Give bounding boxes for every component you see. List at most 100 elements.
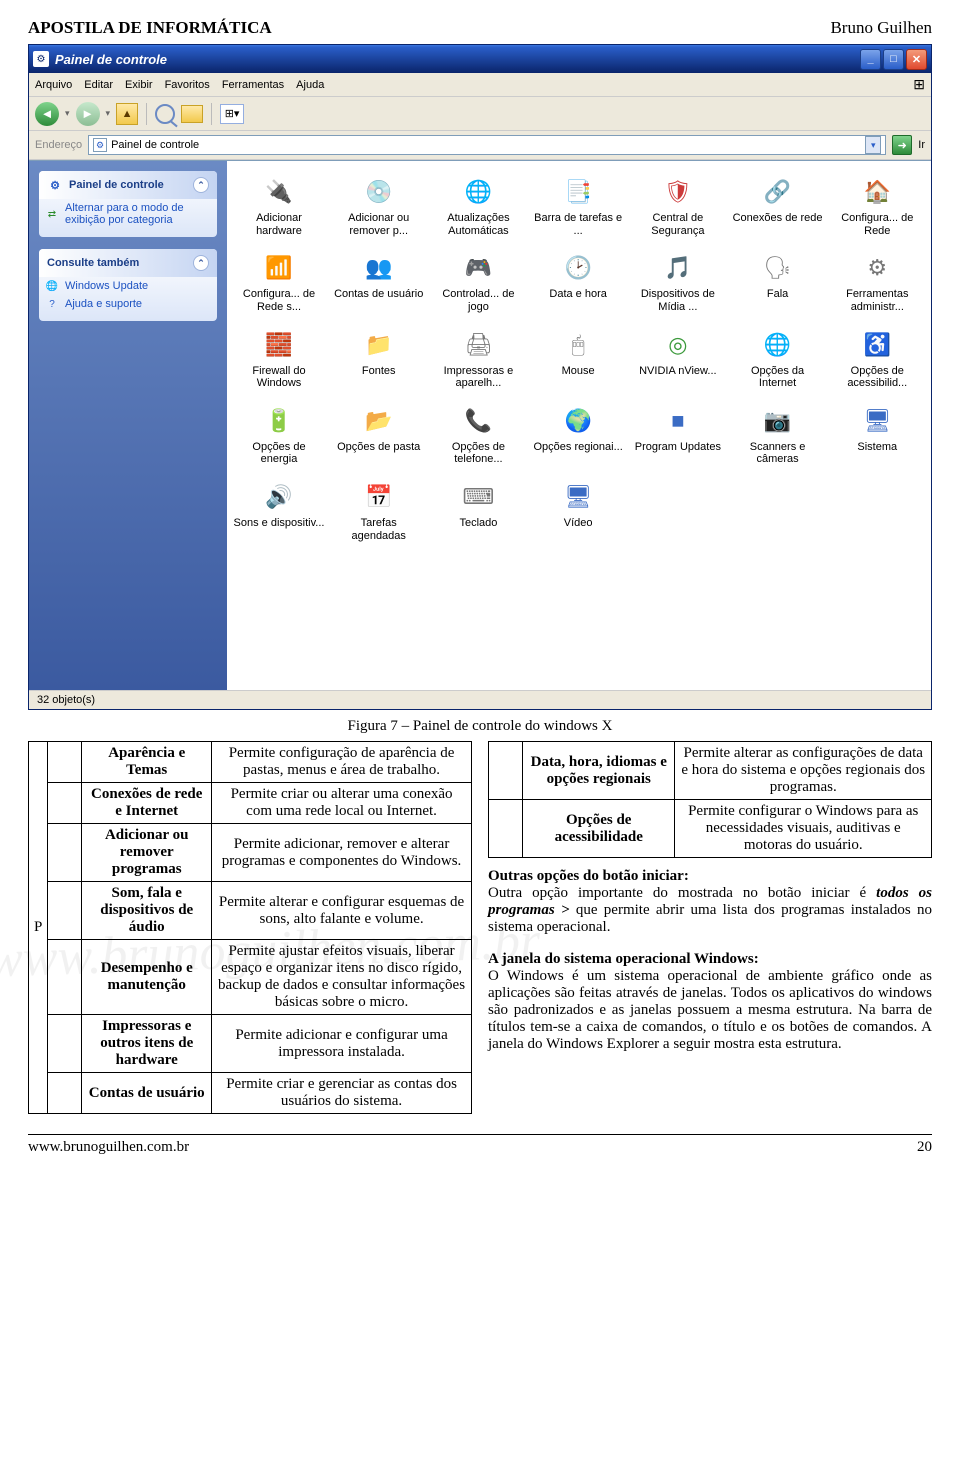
cp-item-icon: ♿ [860, 328, 894, 362]
cp-item[interactable]: ⌨Teclado [430, 476, 526, 550]
desc-cell: Permite configuração de aparência de pas… [212, 742, 472, 783]
sidebar-link-label: Windows Update [65, 280, 148, 292]
cp-item-icon: 📞 [461, 404, 495, 438]
cp-item[interactable]: ⚙ Ferramentas administr... [829, 247, 925, 321]
sidebar-panel-1: ⚙ Painel de controle ⌃ ⇄ Alternar para o… [39, 171, 217, 237]
cp-item[interactable]: 🖱Mouse [530, 324, 626, 398]
cp-item[interactable]: 🎵Dispositivos de Mídia ... [630, 247, 726, 321]
desc-cell: Permite adicionar, remover e alterar pro… [212, 824, 472, 882]
cp-item-icon: 🖱 [561, 328, 595, 362]
cp-item-icon: 🕑 [561, 251, 595, 285]
icon-cell [48, 1073, 82, 1114]
desc-cell: Permite criar e gerenciar as contas dos … [212, 1073, 472, 1114]
cp-item-label: Ferramentas administr... [831, 288, 923, 313]
back-dropdown-icon[interactable]: ▾ [65, 108, 70, 119]
table-row: Impressoras e outros itens de hardwarePe… [29, 1015, 472, 1073]
cp-item-icon: 📶 [262, 251, 296, 285]
cp-item[interactable]: 📷Scanners e câmeras [730, 400, 826, 474]
cp-item-icon: 🛡 [661, 175, 695, 209]
menu-favoritos[interactable]: Favoritos [165, 79, 210, 91]
sidebar-link-label: Ajuda e suporte [65, 298, 142, 310]
cp-item[interactable]: 📂 Opções de pasta [331, 400, 427, 474]
cp-item-icon: ⚙ [860, 251, 894, 285]
icon-cell [48, 1015, 82, 1073]
cp-item[interactable]: 🏠Configura... de Rede [829, 171, 925, 245]
cp-item[interactable]: 🌐Atualizações Automáticas [430, 171, 526, 245]
cp-item[interactable]: ◎NVIDIA nView... [630, 324, 726, 398]
cp-item[interactable]: 📑Barra de tarefas e ... [530, 171, 626, 245]
cp-item[interactable]: 📅Tarefas agendadas [331, 476, 427, 550]
cp-item[interactable]: 🌐Opções da Internet [730, 324, 826, 398]
cp-item[interactable]: 🎮Controlad... de jogo [430, 247, 526, 321]
cp-item[interactable]: 🧱Firewall do Windows [231, 324, 327, 398]
up-button[interactable]: ▲ [116, 103, 138, 125]
cp-item[interactable]: 🔊Sons e dispositiv... [231, 476, 327, 550]
icon-cell [489, 800, 523, 858]
cp-item[interactable]: 🔗Conexões de rede [730, 171, 826, 245]
sidebar-switch-view-link[interactable]: ⇄ Alternar para o modo de exibição por c… [39, 199, 217, 229]
cp-item[interactable]: 📶Configura... de Rede s... [231, 247, 327, 321]
name-cell: Impressoras e outros itens de hardware [82, 1015, 212, 1073]
minimize-button[interactable]: _ [860, 49, 881, 70]
search-icon[interactable] [155, 104, 175, 124]
globe-icon: 🌐 [45, 279, 59, 293]
menu-editar[interactable]: Editar [84, 79, 113, 91]
menu-ajuda[interactable]: Ajuda [296, 79, 324, 91]
cp-item-icon: 📁 [362, 328, 396, 362]
views-button[interactable]: ⊞▾ [220, 104, 244, 124]
forward-button[interactable]: ► [76, 102, 100, 126]
cp-item[interactable]: 🗣Fala [730, 247, 826, 321]
sidebar-panel-2: Consulte também ⌃ 🌐 Windows Update ? Aju… [39, 249, 217, 321]
cp-item[interactable]: 🖨Impressoras e aparelh... [430, 324, 526, 398]
window-icon: ⚙ [33, 51, 49, 67]
cp-item-icon: 🖥 [561, 480, 595, 514]
cp-item-icon: 📂 [362, 404, 396, 438]
name-cell: Desempenho e manutenção [82, 940, 212, 1015]
cp-item[interactable]: 💿Adicionar ou remover p... [331, 171, 427, 245]
windows-logo-icon: ⊞ [913, 76, 925, 93]
cp-item[interactable]: 🕑Data e hora [530, 247, 626, 321]
cp-item-label: Opções de pasta [337, 441, 420, 454]
icon-cell [48, 940, 82, 1015]
menu-exibir[interactable]: Exibir [125, 79, 153, 91]
cp-item[interactable]: 🖥Sistema [829, 400, 925, 474]
cp-item[interactable]: 📁Fontes [331, 324, 427, 398]
cp-item-icon: ■ [661, 404, 695, 438]
sidebar-panel-title: Painel de controle [69, 179, 164, 191]
cp-item-icon: 🔊 [262, 480, 296, 514]
go-button[interactable]: ➜ [892, 135, 912, 155]
menu-arquivo[interactable]: Arquivo [35, 79, 72, 91]
forward-dropdown-icon[interactable]: ▾ [106, 108, 111, 119]
name-cell: Contas de usuário [82, 1073, 212, 1114]
cp-item[interactable]: ♿ Opções de acessibilid... [829, 324, 925, 398]
sidebar-windows-update-link[interactable]: 🌐 Windows Update [39, 277, 217, 295]
close-button[interactable]: ✕ [906, 49, 927, 70]
collapse-button[interactable]: ⌃ [193, 177, 209, 193]
cp-item-label: Teclado [459, 517, 497, 530]
cp-item[interactable]: 🌍Opções regionai... [530, 400, 626, 474]
menu-ferramentas[interactable]: Ferramentas [222, 79, 284, 91]
cp-item[interactable]: ■Program Updates [630, 400, 726, 474]
cp-item-icon: 🗣 [761, 251, 795, 285]
cp-item[interactable]: 📞Opções de telefone... [430, 400, 526, 474]
cp-item-label: Opções de acessibilid... [831, 365, 923, 390]
collapse-button[interactable]: ⌃ [193, 255, 209, 271]
address-field[interactable]: ⚙ Painel de controle ▾ [88, 135, 886, 155]
name-cell: Adicionar ou remover programas [82, 824, 212, 882]
cp-item[interactable]: 🛡Central de Segurança [630, 171, 726, 245]
cp-item[interactable]: 🔌Adicionar hardware [231, 171, 327, 245]
maximize-button[interactable]: □ [883, 49, 904, 70]
cp-item[interactable]: 🔋Opções de energia [231, 400, 327, 474]
cp-item-icon: 🌐 [761, 328, 795, 362]
folders-icon[interactable] [181, 105, 203, 123]
cp-item[interactable]: 🖥Vídeo [530, 476, 626, 550]
cp-item-label: Tarefas agendadas [333, 517, 425, 542]
cp-item[interactable]: 👥Contas de usuário [331, 247, 427, 321]
titlebar: ⚙ Painel de controle _ □ ✕ [29, 45, 931, 73]
back-button[interactable]: ◄ [35, 102, 59, 126]
icon-cell [48, 882, 82, 940]
sidebar-help-link[interactable]: ? Ajuda e suporte [39, 295, 217, 313]
icon-cell [48, 824, 82, 882]
address-dropdown-icon[interactable]: ▾ [865, 136, 881, 154]
desc-cell: Permite configurar o Windows para as nec… [675, 800, 932, 858]
